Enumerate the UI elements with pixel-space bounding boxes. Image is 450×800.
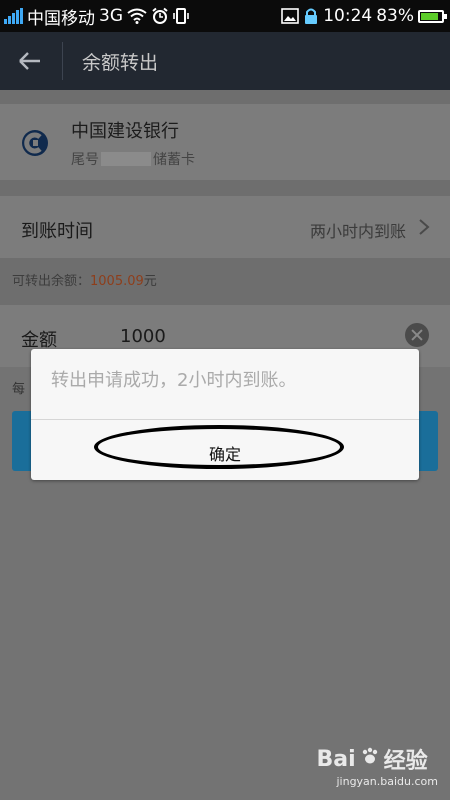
watermark-suffix: 经验 [383,749,428,774]
battery-label: 83% [376,6,414,26]
arrival-time-label: 到账时间 [21,221,93,242]
clock-label: 10:24 [323,6,373,26]
vibrate-icon [173,7,189,25]
bank-card-row[interactable] [0,104,450,180]
bank-card-tail: 尾号 储蓄卡 [71,152,195,168]
lock-icon [303,7,319,25]
network-label: 3G [99,6,123,26]
baidu-jingyan-watermark: Bai 经验 jingyan.baidu.com [316,743,438,789]
arrival-time-value: 两小时内到账 [309,222,406,241]
masked-card-number [101,152,151,166]
back-arrow-icon[interactable] [14,46,44,76]
available-balance: 可转出余额：1005.09元 [12,274,157,289]
spacer [0,180,450,196]
tip-text: 每 [12,382,26,397]
amount-input[interactable]: 1000 [120,326,166,347]
page-title: 余额转出 [82,52,159,74]
bank-name: 中国建设银行 [71,121,179,142]
watermark-url: jingyan.baidu.com [336,775,438,788]
watermark-brand: Bai [316,746,356,772]
ok-button-label: 确定 [208,447,241,464]
app-bar-divider [62,42,63,80]
available-amount: 1005.09 [90,274,144,289]
battery-icon [418,9,447,23]
clear-input-icon[interactable] [405,323,429,347]
paw-icon [360,746,380,772]
alarm-icon [151,7,169,25]
dialog-message: 转出申请成功，2小时内到账。 [51,370,297,391]
success-dialog: 转出申请成功，2小时内到账。 确定 [31,349,419,480]
signal-icon [4,8,23,24]
wifi-icon [127,8,147,24]
chevron-right-icon [418,218,430,236]
status-bar: 中国移动 3G 10:24 83% [0,0,450,32]
ccb-logo-icon [20,128,50,158]
spacer [0,90,450,104]
image-icon [281,8,300,24]
app-bar: 余额转出 [0,32,450,90]
ok-button[interactable]: 确定 [31,420,419,480]
carrier-label: 中国移动 [27,8,95,29]
